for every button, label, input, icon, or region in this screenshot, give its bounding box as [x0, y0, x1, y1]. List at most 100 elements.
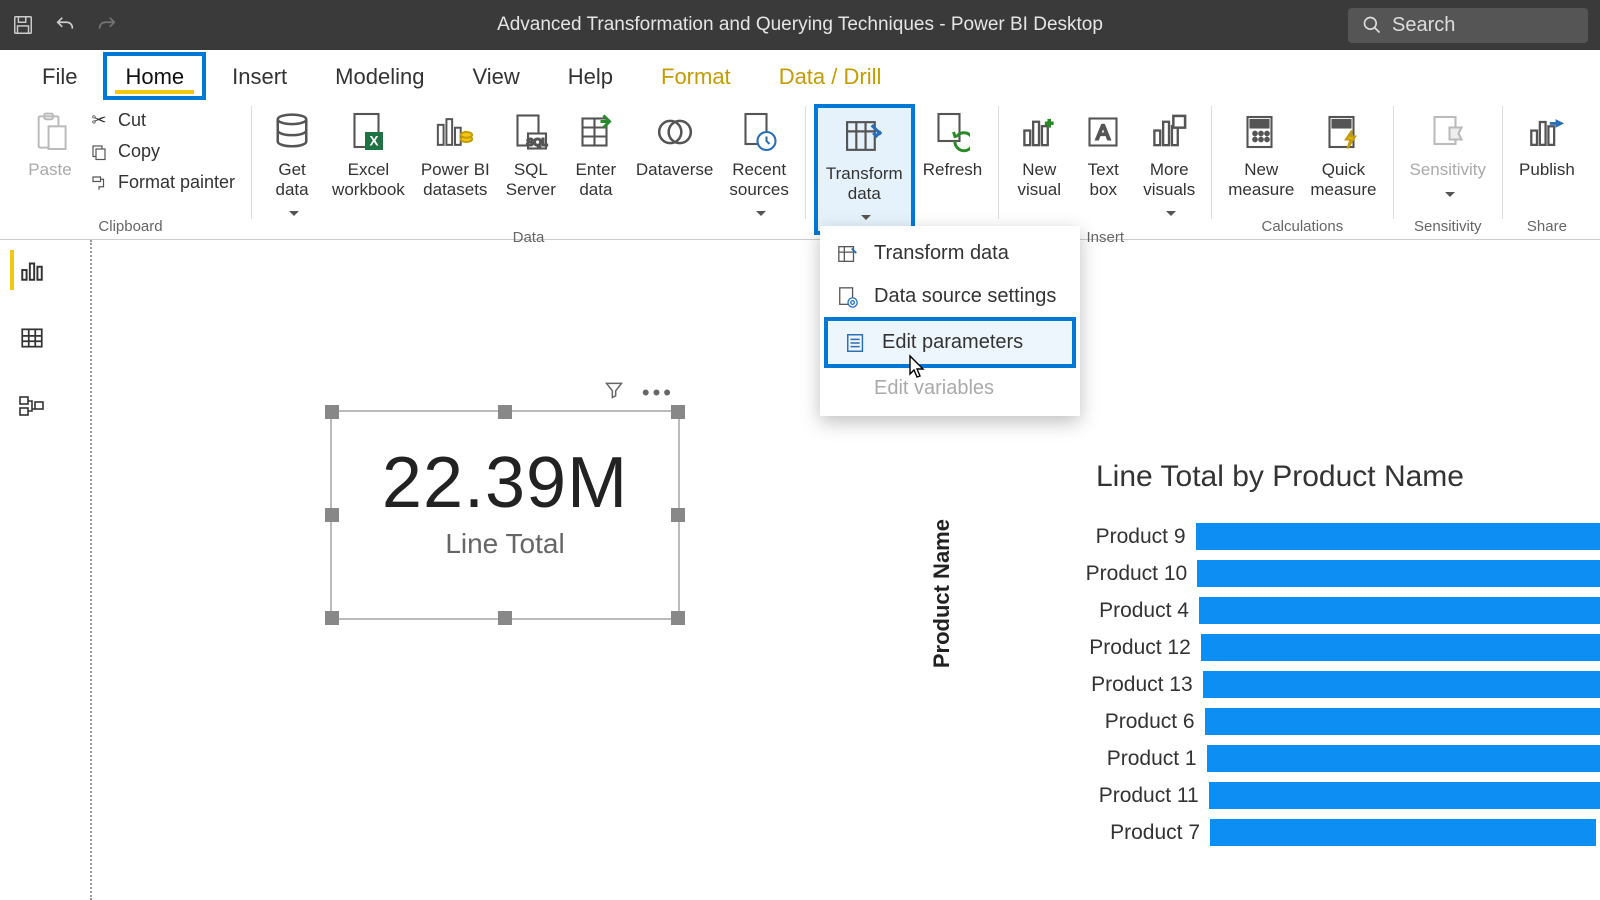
svg-text:SQL: SQL	[526, 137, 547, 149]
dd-data-source-settings[interactable]: Data source settings	[820, 275, 1080, 318]
format-painter-button[interactable]: Format painter	[84, 170, 239, 195]
dd-transform-data[interactable]: Transform data	[820, 232, 1080, 275]
guide-line	[90, 240, 92, 900]
bar-category: Product 10	[1080, 562, 1197, 586]
ribbon: Paste ✂Cut Copy Format painter Clipboard…	[0, 100, 1600, 240]
bar-row[interactable]: Product 11	[1080, 777, 1600, 814]
group-calc-label: Calculations	[1262, 216, 1344, 239]
paste-icon	[33, 108, 67, 156]
bar	[1210, 819, 1596, 846]
dataverse-button[interactable]: Dataverse	[628, 104, 721, 184]
bar	[1209, 782, 1600, 809]
sql-server-button[interactable]: SQLSQL Server	[498, 104, 564, 203]
cut-button[interactable]: ✂Cut	[84, 108, 239, 133]
bar	[1203, 671, 1600, 698]
tab-help[interactable]: Help	[546, 52, 635, 100]
excel-icon: X	[350, 108, 386, 156]
card-visual[interactable]: ••• 22.39M Line Total	[330, 410, 680, 620]
resize-handle[interactable]	[325, 611, 339, 625]
bar-row[interactable]: Product 4	[1080, 592, 1600, 629]
bar-category: Product 11	[1080, 784, 1209, 808]
resize-handle[interactable]	[671, 611, 685, 625]
resize-handle[interactable]	[325, 405, 339, 419]
filter-icon[interactable]	[604, 380, 624, 406]
more-visuals-button[interactable]: More visuals	[1135, 104, 1203, 227]
new-measure-button[interactable]: New measure	[1220, 104, 1302, 203]
bar-category: Product 4	[1080, 599, 1199, 623]
dd-edit-parameters[interactable]: Edit parameters	[824, 317, 1076, 368]
quick-measure-button[interactable]: Quick measure	[1302, 104, 1384, 203]
bar-row[interactable]: Product 9	[1080, 518, 1600, 555]
report-view-button[interactable]	[10, 250, 50, 290]
chart-title: Line Total by Product Name	[960, 460, 1600, 494]
resize-handle[interactable]	[498, 405, 512, 419]
undo-icon[interactable]	[54, 14, 76, 36]
bar-row[interactable]: Product 1	[1080, 740, 1600, 777]
resize-handle[interactable]	[325, 508, 339, 522]
transform-data-button[interactable]: Transform data	[814, 104, 915, 235]
recent-sources-button[interactable]: Recent sources	[721, 104, 797, 227]
get-data-button[interactable]: Get data	[260, 104, 324, 227]
resize-handle[interactable]	[671, 405, 685, 419]
data-source-icon	[836, 286, 860, 308]
cut-icon: ✂	[88, 110, 110, 131]
chart-ylabel: Product Name	[929, 519, 955, 668]
enter-data-icon	[578, 108, 614, 156]
group-clipboard-label: Clipboard	[98, 216, 162, 239]
redo-icon[interactable]	[96, 14, 118, 36]
bar-row[interactable]: Product 12	[1080, 629, 1600, 666]
bar-category: Product 9	[1080, 525, 1196, 549]
tab-format[interactable]: Format	[639, 52, 753, 100]
more-visuals-icon	[1150, 108, 1188, 156]
transform-icon	[844, 112, 884, 160]
bar-category: Product 12	[1080, 636, 1201, 660]
enter-data-button[interactable]: Enter data	[564, 104, 628, 203]
format-painter-icon	[88, 174, 110, 192]
card-label: Line Total	[332, 528, 678, 560]
transform-data-icon	[836, 243, 860, 265]
bar	[1196, 523, 1600, 550]
view-rail	[0, 240, 60, 426]
bar-row[interactable]: Product 10	[1080, 555, 1600, 592]
bar-row[interactable]: Product 7	[1080, 814, 1600, 851]
search-input[interactable]: Search	[1348, 8, 1588, 43]
tab-insert[interactable]: Insert	[210, 52, 309, 100]
textbox-icon: A	[1085, 108, 1121, 156]
bar-row[interactable]: Product 6	[1080, 703, 1600, 740]
resize-handle[interactable]	[671, 508, 685, 522]
excel-button[interactable]: XExcel workbook	[324, 104, 413, 203]
more-icon[interactable]: •••	[642, 380, 674, 406]
pbi-datasets-icon	[435, 108, 475, 156]
resize-handle[interactable]	[498, 611, 512, 625]
bar-row[interactable]: Product 13	[1080, 666, 1600, 703]
copy-button[interactable]: Copy	[84, 139, 239, 164]
bar	[1197, 560, 1600, 587]
tab-file[interactable]: File	[20, 52, 99, 100]
publish-button[interactable]: Publish	[1511, 104, 1583, 184]
data-view-button[interactable]	[10, 318, 50, 358]
text-box-button[interactable]: AText box	[1071, 104, 1135, 203]
refresh-icon	[934, 108, 970, 156]
group-sensitivity-label: Sensitivity	[1414, 216, 1482, 239]
bar-chart[interactable]: Line Total by Product Name Product Name …	[960, 460, 1600, 851]
transform-data-dropdown: Transform data Data source settings Edit…	[820, 226, 1080, 416]
dd-edit-variables: Edit variables	[820, 367, 1080, 410]
pbi-datasets-button[interactable]: Power BI datasets	[413, 104, 498, 203]
save-icon[interactable]	[12, 14, 34, 36]
bar	[1207, 745, 1600, 772]
new-visual-button[interactable]: New visual	[1007, 104, 1071, 203]
tab-home[interactable]: Home	[103, 52, 206, 100]
bar	[1205, 708, 1600, 735]
model-view-button[interactable]	[10, 386, 50, 426]
tab-datadrill[interactable]: Data / Drill	[757, 52, 904, 100]
bar	[1201, 634, 1600, 661]
sql-icon: SQL	[513, 108, 549, 156]
tab-view[interactable]: View	[450, 52, 541, 100]
tab-modeling[interactable]: Modeling	[313, 52, 446, 100]
refresh-button[interactable]: Refresh	[915, 104, 991, 184]
copy-icon	[88, 143, 110, 161]
publish-icon	[1527, 108, 1567, 156]
bar-category: Product 1	[1080, 747, 1207, 771]
svg-text:X: X	[370, 134, 379, 149]
paste-button[interactable]: Paste	[18, 104, 82, 184]
